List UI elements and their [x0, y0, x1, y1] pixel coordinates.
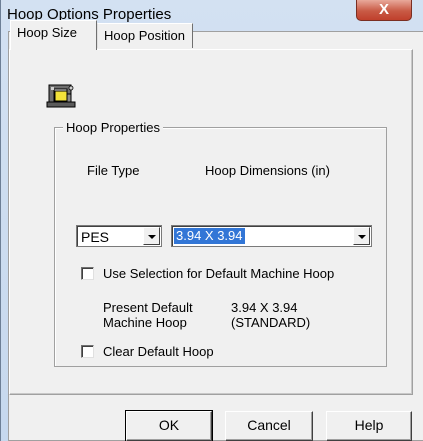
file-type-value: PES [81, 229, 110, 245]
group-title: Hoop Properties [63, 120, 163, 135]
ok-button[interactable]: OK [125, 410, 213, 441]
chevron-down-icon[interactable] [143, 227, 160, 245]
tab-label: Hoop Position [104, 28, 185, 43]
clear-default-hoop-label: Clear Default Hoop [103, 344, 214, 359]
present-default-label: Present Default [103, 300, 193, 315]
tab-hoop-position[interactable]: Hoop Position [97, 23, 193, 48]
clear-default-hoop-checkbox[interactable] [81, 345, 94, 358]
help-button[interactable]: Help [326, 411, 412, 441]
tab-label: Hoop Size [17, 25, 77, 40]
file-type-label: File Type [87, 163, 140, 178]
present-default-value: 3.94 X 3.94 [231, 300, 298, 315]
machine-hoop-label: Machine Hoop [103, 315, 187, 330]
hoop-dimensions-label: Hoop Dimensions (in) [205, 163, 330, 178]
cancel-button[interactable]: Cancel [225, 411, 313, 441]
hoop-dimensions-value: 3.94 X 3.94 [174, 228, 245, 244]
dialog-window: Hoop Options Properties X Hoop Position … [0, 0, 423, 441]
hoop-dimensions-select[interactable]: 3.94 X 3.94 [171, 225, 372, 247]
tab-hoop-size[interactable]: Hoop Size [10, 20, 97, 50]
sewing-machine-icon [46, 84, 76, 108]
chevron-down-icon[interactable] [353, 227, 370, 245]
use-selection-label: Use Selection for Default Machine Hoop [103, 266, 335, 281]
use-selection-checkbox[interactable] [81, 267, 94, 280]
present-default-hoop-type: (STANDARD) [231, 315, 311, 330]
file-type-select[interactable]: PES [76, 225, 162, 247]
close-button[interactable]: X [356, 0, 412, 21]
